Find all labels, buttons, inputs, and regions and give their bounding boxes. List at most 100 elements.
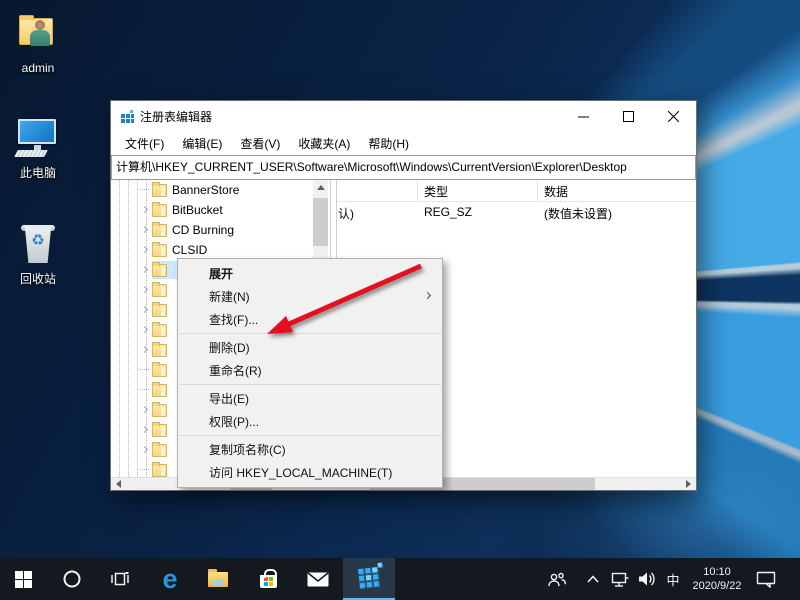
action-center-icon bbox=[756, 571, 776, 588]
folder-icon bbox=[152, 444, 167, 457]
folder-icon bbox=[152, 324, 167, 337]
folder-icon bbox=[152, 464, 167, 477]
column-header-data[interactable]: 数据 bbox=[544, 183, 568, 200]
chevron-right-icon[interactable] bbox=[141, 446, 148, 453]
desktop-icon-label: 此电脑 bbox=[2, 164, 74, 181]
regedit-icon bbox=[358, 567, 380, 589]
store-icon bbox=[260, 575, 277, 588]
task-view-button[interactable] bbox=[98, 558, 142, 600]
network-button[interactable] bbox=[606, 558, 634, 600]
chevron-right-icon[interactable] bbox=[141, 246, 148, 253]
folder-icon bbox=[152, 424, 167, 437]
tree-item-cd-burning[interactable]: CD Burning bbox=[111, 220, 330, 240]
address-bar[interactable]: 计算机\HKEY_CURRENT_USER\Software\Microsoft… bbox=[111, 155, 696, 180]
people-button[interactable] bbox=[540, 558, 574, 600]
folder-icon bbox=[152, 224, 167, 237]
cortana-button[interactable] bbox=[50, 558, 94, 600]
chevron-right-icon[interactable] bbox=[141, 206, 148, 213]
mail-icon bbox=[307, 572, 329, 587]
regedit-taskbar-button[interactable] bbox=[343, 558, 395, 600]
menu-bar: 文件(F) 编辑(E) 查看(V) 收藏夹(A) 帮助(H) bbox=[111, 132, 696, 155]
desktop: admin 此电脑 ♻ 回收站 注册表编辑器 bbox=[0, 0, 800, 600]
chevron-right-icon[interactable] bbox=[141, 326, 148, 333]
menu-help[interactable]: 帮助(H) bbox=[359, 132, 418, 155]
chevron-right-icon[interactable] bbox=[141, 406, 148, 413]
menu-separator bbox=[179, 333, 441, 334]
context-menu-item-copy-key-name[interactable]: 复制项名称(C) bbox=[178, 438, 442, 461]
context-menu-item-export[interactable]: 导出(E) bbox=[178, 387, 442, 410]
context-menu-item-rename[interactable]: 重命名(R) bbox=[178, 359, 442, 382]
store-button[interactable] bbox=[246, 558, 290, 600]
menu-view[interactable]: 查看(V) bbox=[231, 132, 289, 155]
start-button[interactable] bbox=[0, 558, 46, 600]
context-menu-item-delete[interactable]: 删除(D) bbox=[178, 336, 442, 359]
tree-item-clsid[interactable]: CLSID bbox=[111, 240, 330, 260]
network-icon bbox=[610, 571, 630, 588]
tree-item-bitbucket[interactable]: BitBucket bbox=[111, 200, 330, 220]
chevron-right-icon[interactable] bbox=[141, 306, 148, 313]
this-pc-icon bbox=[2, 115, 74, 163]
file-explorer-icon bbox=[208, 572, 228, 587]
clock[interactable]: 10:10 2020/9/22 bbox=[686, 558, 748, 600]
value-type: REG_SZ bbox=[424, 205, 472, 219]
mail-button[interactable] bbox=[296, 558, 340, 600]
desktop-icon-label: admin bbox=[2, 61, 74, 75]
edge-icon: e bbox=[162, 566, 177, 593]
edge-button[interactable]: e bbox=[148, 558, 192, 600]
user-folder-icon bbox=[2, 12, 74, 60]
desktop-icon-this-pc[interactable]: 此电脑 bbox=[2, 115, 74, 181]
menu-edit[interactable]: 编辑(E) bbox=[173, 132, 231, 155]
context-menu-item-permissions[interactable]: 权限(P)... bbox=[178, 410, 442, 433]
chevron-right-icon[interactable] bbox=[141, 226, 148, 233]
menu-separator bbox=[179, 384, 441, 385]
folder-icon bbox=[152, 264, 167, 277]
minimize-button[interactable] bbox=[561, 101, 606, 132]
context-menu-item-new[interactable]: 新建(N) bbox=[178, 285, 442, 308]
tray-expand-button[interactable] bbox=[580, 558, 606, 600]
tree-elbow bbox=[140, 469, 149, 470]
tree-elbow bbox=[140, 369, 149, 370]
context-menu-item-find[interactable]: 查找(F)... bbox=[178, 308, 442, 331]
column-header-type[interactable]: 类型 bbox=[424, 183, 448, 200]
context-menu-item-expand[interactable]: 展开 bbox=[178, 262, 442, 285]
window-title: 注册表编辑器 bbox=[140, 108, 561, 125]
tree-item-bannerstore[interactable]: BannerStore bbox=[111, 180, 330, 200]
tree-elbow bbox=[140, 189, 149, 190]
desktop-icon-recycle-bin[interactable]: ♻ 回收站 bbox=[2, 221, 74, 287]
menu-file[interactable]: 文件(F) bbox=[116, 132, 173, 155]
regedit-app-icon bbox=[121, 110, 134, 123]
desktop-icon-admin[interactable]: admin bbox=[2, 12, 74, 75]
desktop-icon-label: 回收站 bbox=[2, 270, 74, 287]
chevron-right-icon[interactable] bbox=[141, 426, 148, 433]
value-data: (数值未设置) bbox=[544, 205, 612, 222]
list-header: 类型 数据 bbox=[337, 180, 696, 202]
file-explorer-button[interactable] bbox=[196, 558, 240, 600]
volume-button[interactable] bbox=[634, 558, 660, 600]
clock-time: 10:10 bbox=[693, 565, 742, 579]
scroll-right-arrow[interactable] bbox=[682, 478, 695, 490]
menu-favorites[interactable]: 收藏夹(A) bbox=[289, 132, 359, 155]
folder-icon bbox=[152, 304, 167, 317]
folder-icon bbox=[152, 184, 167, 197]
maximize-button[interactable] bbox=[606, 101, 651, 132]
chevron-right-icon[interactable] bbox=[141, 266, 148, 273]
chevron-right-icon[interactable] bbox=[141, 346, 148, 353]
action-center-button[interactable] bbox=[748, 558, 784, 600]
chevron-right-icon[interactable] bbox=[141, 286, 148, 293]
folder-icon bbox=[152, 344, 167, 357]
scroll-left-arrow[interactable] bbox=[112, 478, 125, 490]
people-icon bbox=[547, 571, 567, 588]
value-row-default[interactable]: 认) REG_SZ (数值未设置) bbox=[337, 205, 696, 224]
language-indicator[interactable]: 中 bbox=[660, 558, 686, 600]
context-menu-item-goto-hklm[interactable]: 访问 HKEY_LOCAL_MACHINE(T) bbox=[178, 461, 442, 484]
column-divider[interactable] bbox=[537, 180, 538, 201]
menu-separator bbox=[179, 435, 441, 436]
folder-icon bbox=[152, 204, 167, 217]
folder-icon bbox=[152, 384, 167, 397]
recycle-bin-icon: ♻ bbox=[2, 221, 74, 269]
title-bar[interactable]: 注册表编辑器 bbox=[111, 101, 696, 132]
column-divider[interactable] bbox=[417, 180, 418, 201]
close-button[interactable] bbox=[651, 101, 696, 132]
close-icon bbox=[668, 111, 679, 122]
volume-icon bbox=[638, 571, 656, 587]
